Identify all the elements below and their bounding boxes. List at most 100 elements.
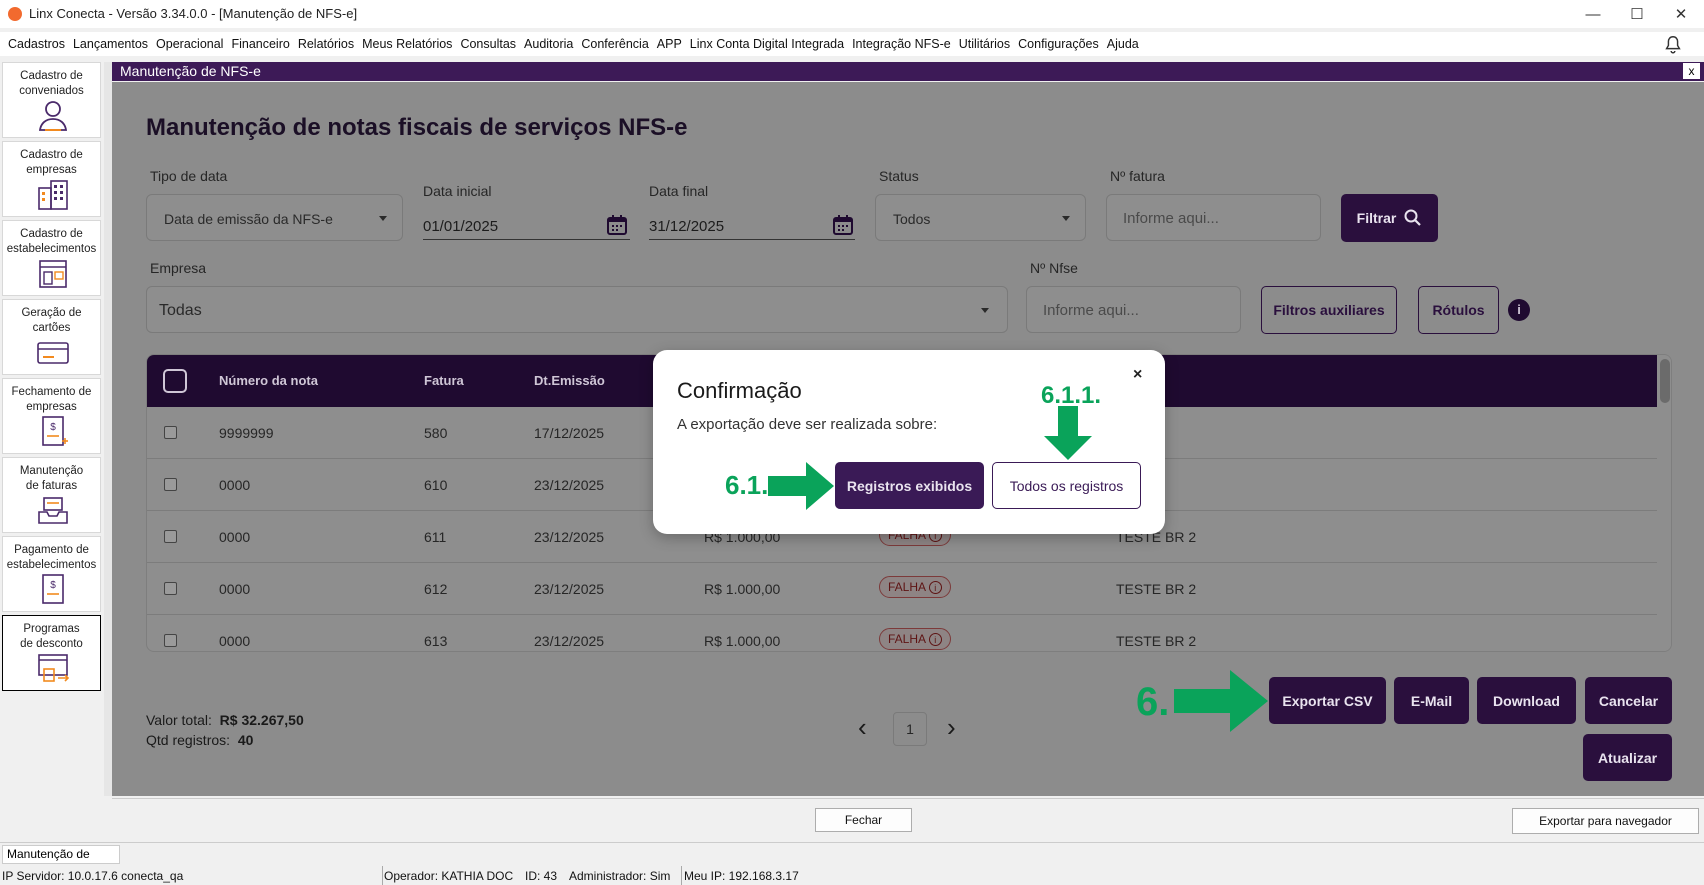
data-final-label: Data final xyxy=(649,183,709,199)
sidebar-item-conveniados[interactable]: Cadastro de conveniados xyxy=(2,62,101,138)
sidebar-item-label: Cadastro de estabelecimentos xyxy=(6,228,97,255)
rotulos-button[interactable]: Rótulos xyxy=(1418,286,1499,334)
sidebar-item-label: Cadastro de empresas xyxy=(20,149,83,176)
building-icon xyxy=(38,180,68,210)
menu-linx-conta-digital[interactable]: Linx Conta Digital Integrada xyxy=(686,37,848,51)
row-checkbox[interactable] xyxy=(164,426,177,439)
next-page-button[interactable]: › xyxy=(947,714,956,740)
row-checkbox[interactable] xyxy=(164,634,177,647)
notification-bell-icon[interactable] xyxy=(1662,34,1684,56)
download-button[interactable]: Download xyxy=(1477,677,1576,724)
menu-auditoria[interactable]: Auditoria xyxy=(520,37,577,51)
cell-numero: 0000 xyxy=(219,477,251,493)
menu-meus-relatorios[interactable]: Meus Relatórios xyxy=(358,37,456,51)
fatura-input[interactable]: Informe aqui... xyxy=(1106,194,1321,241)
fechar-button[interactable]: Fechar xyxy=(815,808,912,832)
empresa-select[interactable]: Todas xyxy=(146,286,1008,333)
status-bar: IP Servidor: 10.0.17.6 conecta_qa Operad… xyxy=(0,866,1704,885)
sidebar-item-cartoes[interactable]: Geração de cartões xyxy=(2,299,101,375)
table-row[interactable]: 0000 612 23/12/2025 R$ 1.000,00 FALHA i … xyxy=(147,563,1657,615)
sidebar-item-estabelecimentos[interactable]: Cadastro de estabelecimentos xyxy=(2,220,101,296)
row-checkbox[interactable] xyxy=(164,530,177,543)
sidebar-item-faturas[interactable]: Manutenção de faturas xyxy=(2,457,101,533)
todos-registros-button[interactable]: Todos os registros xyxy=(992,462,1141,509)
data-final-value: 31/12/2025 xyxy=(649,218,725,235)
discount-icon xyxy=(38,654,70,682)
status-badge-text: FALHA xyxy=(888,580,926,594)
cancelar-button[interactable]: Cancelar xyxy=(1585,677,1672,724)
email-button[interactable]: E-Mail xyxy=(1394,677,1469,724)
menu-app[interactable]: APP xyxy=(653,37,686,51)
menu-consultas[interactable]: Consultas xyxy=(456,37,520,51)
menu-ajuda[interactable]: Ajuda xyxy=(1103,37,1143,51)
prev-page-button[interactable]: ‹ xyxy=(858,714,867,740)
col-fatura[interactable]: Fatura xyxy=(424,373,464,388)
search-icon xyxy=(1404,209,1422,226)
filtros-auxiliares-button[interactable]: Filtros auxiliares xyxy=(1261,286,1397,334)
tipo-data-label: Tipo de data xyxy=(150,168,228,184)
tipo-data-select[interactable]: Data de emissão da NFS-e xyxy=(146,194,403,241)
menu-conferencia[interactable]: Conferência xyxy=(577,37,652,51)
tipo-data-value: Data de emissão da NFS-e xyxy=(164,211,333,227)
filtrar-button[interactable]: Filtrar xyxy=(1341,194,1438,242)
menu-utilitarios[interactable]: Utilitários xyxy=(955,37,1014,51)
menu-financeiro[interactable]: Financeiro xyxy=(227,37,293,51)
table-row[interactable]: 0000 613 23/12/2025 R$ 1.000,00 FALHA i … xyxy=(147,615,1657,651)
maximize-button[interactable]: ☐ xyxy=(1614,0,1660,28)
calendar-icon[interactable] xyxy=(832,214,854,236)
sidebar-item-label: Manutenção de faturas xyxy=(19,465,84,492)
menu-configuracoes[interactable]: Configurações xyxy=(1014,37,1103,51)
menu-operacional[interactable]: Operacional xyxy=(152,37,227,51)
status-servidor: IP Servidor: 10.0.17.6 conecta_qa xyxy=(2,869,184,883)
cell-numero: 0000 xyxy=(219,529,251,545)
menu-integracao-nfse[interactable]: Integração NFS-e xyxy=(848,37,955,51)
nfse-input[interactable]: Informe aqui... xyxy=(1026,286,1241,333)
cell-numero: 9999999 xyxy=(219,425,274,441)
status-badge-text: FALHA xyxy=(888,632,926,646)
sidebar-item-programas-desconto[interactable]: Programas de desconto xyxy=(2,615,101,691)
data-inicial-value: 01/01/2025 xyxy=(423,218,499,235)
arrow-down-icon xyxy=(1044,406,1092,460)
data-final-input[interactable]: 31/12/2025 xyxy=(649,212,855,240)
exportar-csv-button[interactable]: Exportar CSV xyxy=(1269,677,1386,724)
qtd-registros-label: Qtd registros: xyxy=(146,732,231,748)
row-checkbox[interactable] xyxy=(164,582,177,595)
close-window-button[interactable]: ✕ xyxy=(1658,0,1704,28)
page-number[interactable]: 1 xyxy=(893,712,927,746)
dialog-close-button[interactable]: × xyxy=(1133,366,1142,384)
menu-bar: Cadastros Lançamentos Operacional Financ… xyxy=(0,32,1704,56)
info-circle-icon: i xyxy=(928,633,942,646)
invoice-icon: $ xyxy=(42,416,68,446)
child-window-close-button[interactable]: x xyxy=(1682,62,1701,80)
tab-manutencao-nfse[interactable]: Manutenção de NFS-e xyxy=(2,845,120,878)
status-select[interactable]: Todos xyxy=(875,194,1086,241)
menu-cadastros[interactable]: Cadastros xyxy=(4,37,69,51)
sidebar-item-label: Fechamento de empresas xyxy=(11,386,92,413)
col-numero-nota[interactable]: Número da nota xyxy=(219,373,318,388)
menu-lancamentos[interactable]: Lançamentos xyxy=(69,37,152,51)
row-checkbox[interactable] xyxy=(164,478,177,491)
minimize-button[interactable]: — xyxy=(1570,0,1616,28)
sidebar-item-fechamento[interactable]: Fechamento de empresas $ xyxy=(2,378,101,454)
menu-relatorios[interactable]: Relatórios xyxy=(294,37,358,51)
exportar-navegador-button[interactable]: Exportar para navegador xyxy=(1512,808,1699,834)
window-title: Linx Conecta - Versão 3.34.0.0 - [Manute… xyxy=(29,6,358,21)
info-icon[interactable]: i xyxy=(1508,299,1530,321)
sidebar-item-empresas[interactable]: Cadastro de empresas xyxy=(2,141,101,217)
data-inicial-input[interactable]: 01/01/2025 xyxy=(423,212,630,240)
table-scrollbar-thumb[interactable] xyxy=(1660,359,1670,403)
sidebar-item-pagamento[interactable]: Pagamento de estabelecimentos $ xyxy=(2,536,101,612)
chevron-down-icon xyxy=(981,308,989,313)
dialog-title: Confirmação xyxy=(677,378,802,403)
store-icon xyxy=(39,260,67,288)
select-all-checkbox[interactable] xyxy=(163,369,187,393)
sidebar-item-label: Cadastro de conveniados xyxy=(19,70,84,97)
cell-valor: R$ 1.000,00 xyxy=(704,633,781,649)
status-operador: Operador: KATHIA DOC xyxy=(384,869,514,883)
col-dt-emissao[interactable]: Dt.Emissão xyxy=(534,373,605,388)
atualizar-button[interactable]: Atualizar xyxy=(1583,734,1672,781)
empresa-value: Todas xyxy=(159,302,202,319)
registros-exibidos-button[interactable]: Registros exibidos xyxy=(835,462,984,509)
fatura-label: Nº fatura xyxy=(1110,168,1165,184)
calendar-icon[interactable] xyxy=(606,214,628,236)
